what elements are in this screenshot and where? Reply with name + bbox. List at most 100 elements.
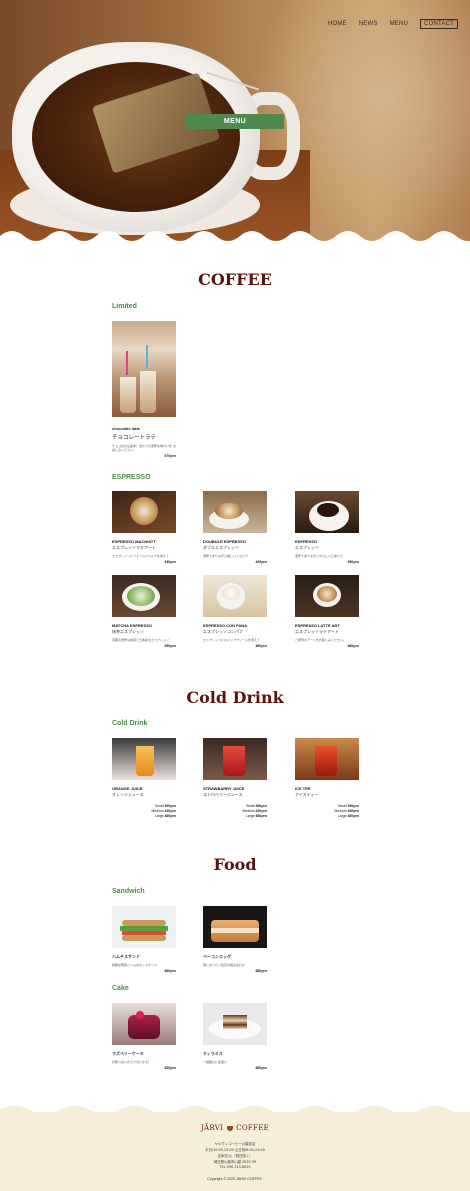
menu-item[interactable]: ORANGE JUICE オレンジジュース Small 390yen Mediu… (112, 738, 176, 819)
espresso-label: ESPRESSO (112, 474, 151, 481)
item-price: 460yen (347, 644, 360, 649)
item-price: 670yen (164, 454, 177, 459)
cake-label: Cake (112, 985, 129, 992)
espresso-machiatt-photo (112, 491, 176, 533)
item-name-en: ICE TEE (295, 786, 311, 791)
item-description: 新鮮な野菜とハムのホットサンド (112, 963, 158, 967)
chocolate-latte-photo (112, 321, 176, 417)
menu-item[interactable]: ESPRESSO LATTE ART エスプレッソラテアート ご希望のアートをお… (295, 575, 359, 648)
latte-art-icon (317, 586, 337, 602)
cake-icon (223, 1015, 247, 1029)
whipped-cream-icon (222, 586, 240, 600)
item-name-jp: ダブルエスプレッソ (203, 545, 239, 550)
item-price: 440yen (164, 560, 177, 565)
menu-item[interactable]: ICE TEE アイスティー Small 390yen Medium 440ye… (295, 738, 359, 819)
item-description: チョコ好きは是非！当たりの濃厚な味わいを お楽しみください。 (112, 444, 176, 453)
item-price: 390yen (347, 560, 360, 565)
item-price: 680yen (255, 1066, 268, 1071)
item-size-prices: Small 390yen Medium 440yen Large 460yen (242, 804, 267, 818)
item-price: 680yen (255, 969, 268, 974)
straw-icon (126, 351, 128, 375)
item-name-en: ESPRESSO LATTE ART (295, 623, 340, 628)
footer-phone: TEL 090-725-8619 (219, 1165, 251, 1169)
coffee-cup-icon (317, 503, 339, 517)
double-espresso-photo (203, 491, 267, 533)
item-name-en: chocolate latte (112, 426, 141, 431)
tea-glass-icon (315, 746, 337, 776)
latte-glass-icon (120, 377, 136, 413)
ice-tea-photo (295, 738, 359, 780)
item-description: 濃厚でありながら優しいくちどけ (203, 554, 248, 558)
item-size-prices: Small 390yen Medium 440yen Large 460yen (334, 804, 359, 818)
menu-item[interactable]: DOUBULE ESPRESSO ダブルエスプレッソ 濃厚でありながら優しいくち… (203, 491, 267, 564)
item-name-jp: オレンジジュース (112, 792, 144, 797)
item-description: エスプレッソにフォームドミルクを添えて (112, 554, 169, 558)
item-name-jp: ラズベリーケーキ (112, 1051, 144, 1056)
tiramisu-photo (203, 1003, 267, 1045)
juice-glass-icon (223, 746, 245, 776)
hero-wave-divider (0, 231, 470, 248)
straw-icon (146, 345, 148, 369)
menu-item[interactable]: ESPRESSO エスプレッソ 濃厚でありながらやさしい口あたり 390yen (295, 491, 359, 564)
menu-item[interactable]: ESPRESSO MACHIATT エスプレッソマキアート エスプレッソにフォー… (112, 491, 176, 564)
orange-juice-photo (112, 738, 176, 780)
item-name-en: DOUBULE ESPRESSO (203, 539, 246, 544)
item-description: 京都の濃厚な抹茶と日本産のエスプレッソ (112, 638, 170, 642)
nav-item-contact[interactable]: CONTACT (420, 19, 458, 29)
ham-sandwich-photo (112, 906, 176, 948)
item-name-en: ORANGE JUICE (112, 786, 143, 791)
item-name-jp: ストロベリージュース (203, 792, 243, 797)
menu-item[interactable]: STRAWBARRY JUICE ストロベリージュース Small 390yen… (203, 738, 267, 819)
menu-item[interactable]: ベーコンエッグ 朝に食べたい最高の組み合わせ 680yen (203, 906, 267, 973)
cake-icon (128, 1015, 160, 1039)
menu-item[interactable]: ティラミス 一緒飲むに最適に 680yen (203, 1003, 267, 1070)
hero-menu-button[interactable]: MENU (186, 114, 284, 129)
item-name-en: MATCHA ESPRESSO (112, 623, 153, 628)
top-nav: HOME NEWS MENU CONTACT (328, 19, 458, 29)
item-name-jp: エスプレッソマキアート (112, 545, 156, 550)
item-name-en: ESPRESSO (295, 539, 318, 544)
espresso-con-pana-photo (203, 575, 267, 617)
footer-address: 埼玉県川越市川越 2020-39 (213, 1160, 257, 1164)
nav-item-news[interactable]: NEWS (359, 21, 378, 27)
menu-item[interactable]: ハムチスサンド 新鮮な野菜とハムのホットサンド 680yen (112, 906, 176, 973)
item-name-en: ESPRESSO CON PANA (203, 623, 248, 628)
raspberry-cake-photo (112, 1003, 176, 1045)
logo-text-left: JÄRVI (200, 1124, 224, 1132)
limited-label: Limited (112, 303, 137, 310)
food-title: Food (213, 855, 257, 874)
item-name-jp: 抹茶エスプレッソ (112, 629, 144, 634)
item-price: 390yen (164, 644, 177, 649)
menu-item[interactable]: ラズベリーケーキ 甘酸っぱいのでクセになる！ 820yen (112, 1003, 176, 1070)
coffee-cup-icon (226, 1125, 233, 1131)
footer-logo[interactable]: JÄRVI COFFEE (0, 1124, 470, 1132)
item-name-jp: ティラミス (203, 1051, 223, 1056)
item-description: 一緒飲むに最適に (203, 1060, 228, 1064)
logo-text-right: COFFEE (236, 1124, 270, 1132)
item-name-jp: エスプレッソコンパナ (203, 629, 243, 634)
item-name-jp: エスプレッソ (295, 545, 319, 550)
item-price: 420yen (255, 560, 268, 565)
limited-item[interactable]: chocolate latte チョコレートラテ チョコ好きは是非！当たりの濃厚… (112, 321, 176, 458)
item-name-jp: エスプレッソラテアート (295, 629, 339, 634)
menu-item[interactable]: ESPRESSO CON PANA エスプレッソコンパナ エスプレッソにホイップ… (203, 575, 267, 648)
sandwich-label: Sandwich (112, 888, 145, 895)
footer-closed-day: 定休日/火（祝日除く） (217, 1154, 253, 1158)
item-name-jp: アイスティー (295, 792, 319, 797)
matcha-icon (127, 586, 155, 606)
item-price: 680yen (164, 969, 177, 974)
nav-item-menu[interactable]: MENU (390, 21, 408, 27)
footer-hours: 平日/10:00-22:00 土日祝/8:00-23:00 (205, 1148, 265, 1152)
item-name-jp: ベーコンエッグ (203, 954, 231, 959)
item-description: 朝に食べたい最高の組み合わせ (203, 963, 246, 967)
juice-glass-icon (136, 746, 154, 776)
nav-item-home[interactable]: HOME (328, 21, 347, 27)
latte-glass-icon (140, 371, 156, 413)
menu-item[interactable]: MATCHA ESPRESSO 抹茶エスプレッソ 京都の濃厚な抹茶と日本産のエス… (112, 575, 176, 648)
egg-icon (211, 928, 259, 933)
strawberry-juice-photo (203, 738, 267, 780)
item-description: 甘酸っぱいのでクセになる！ (112, 1060, 152, 1064)
coffee-title: COFFEE (198, 270, 272, 289)
copyright: Copyright © 2020 JÄRVI COFFEE. (207, 1177, 263, 1181)
footer-store-name: ヤルヴィコーヒー川越支店 (214, 1142, 256, 1146)
